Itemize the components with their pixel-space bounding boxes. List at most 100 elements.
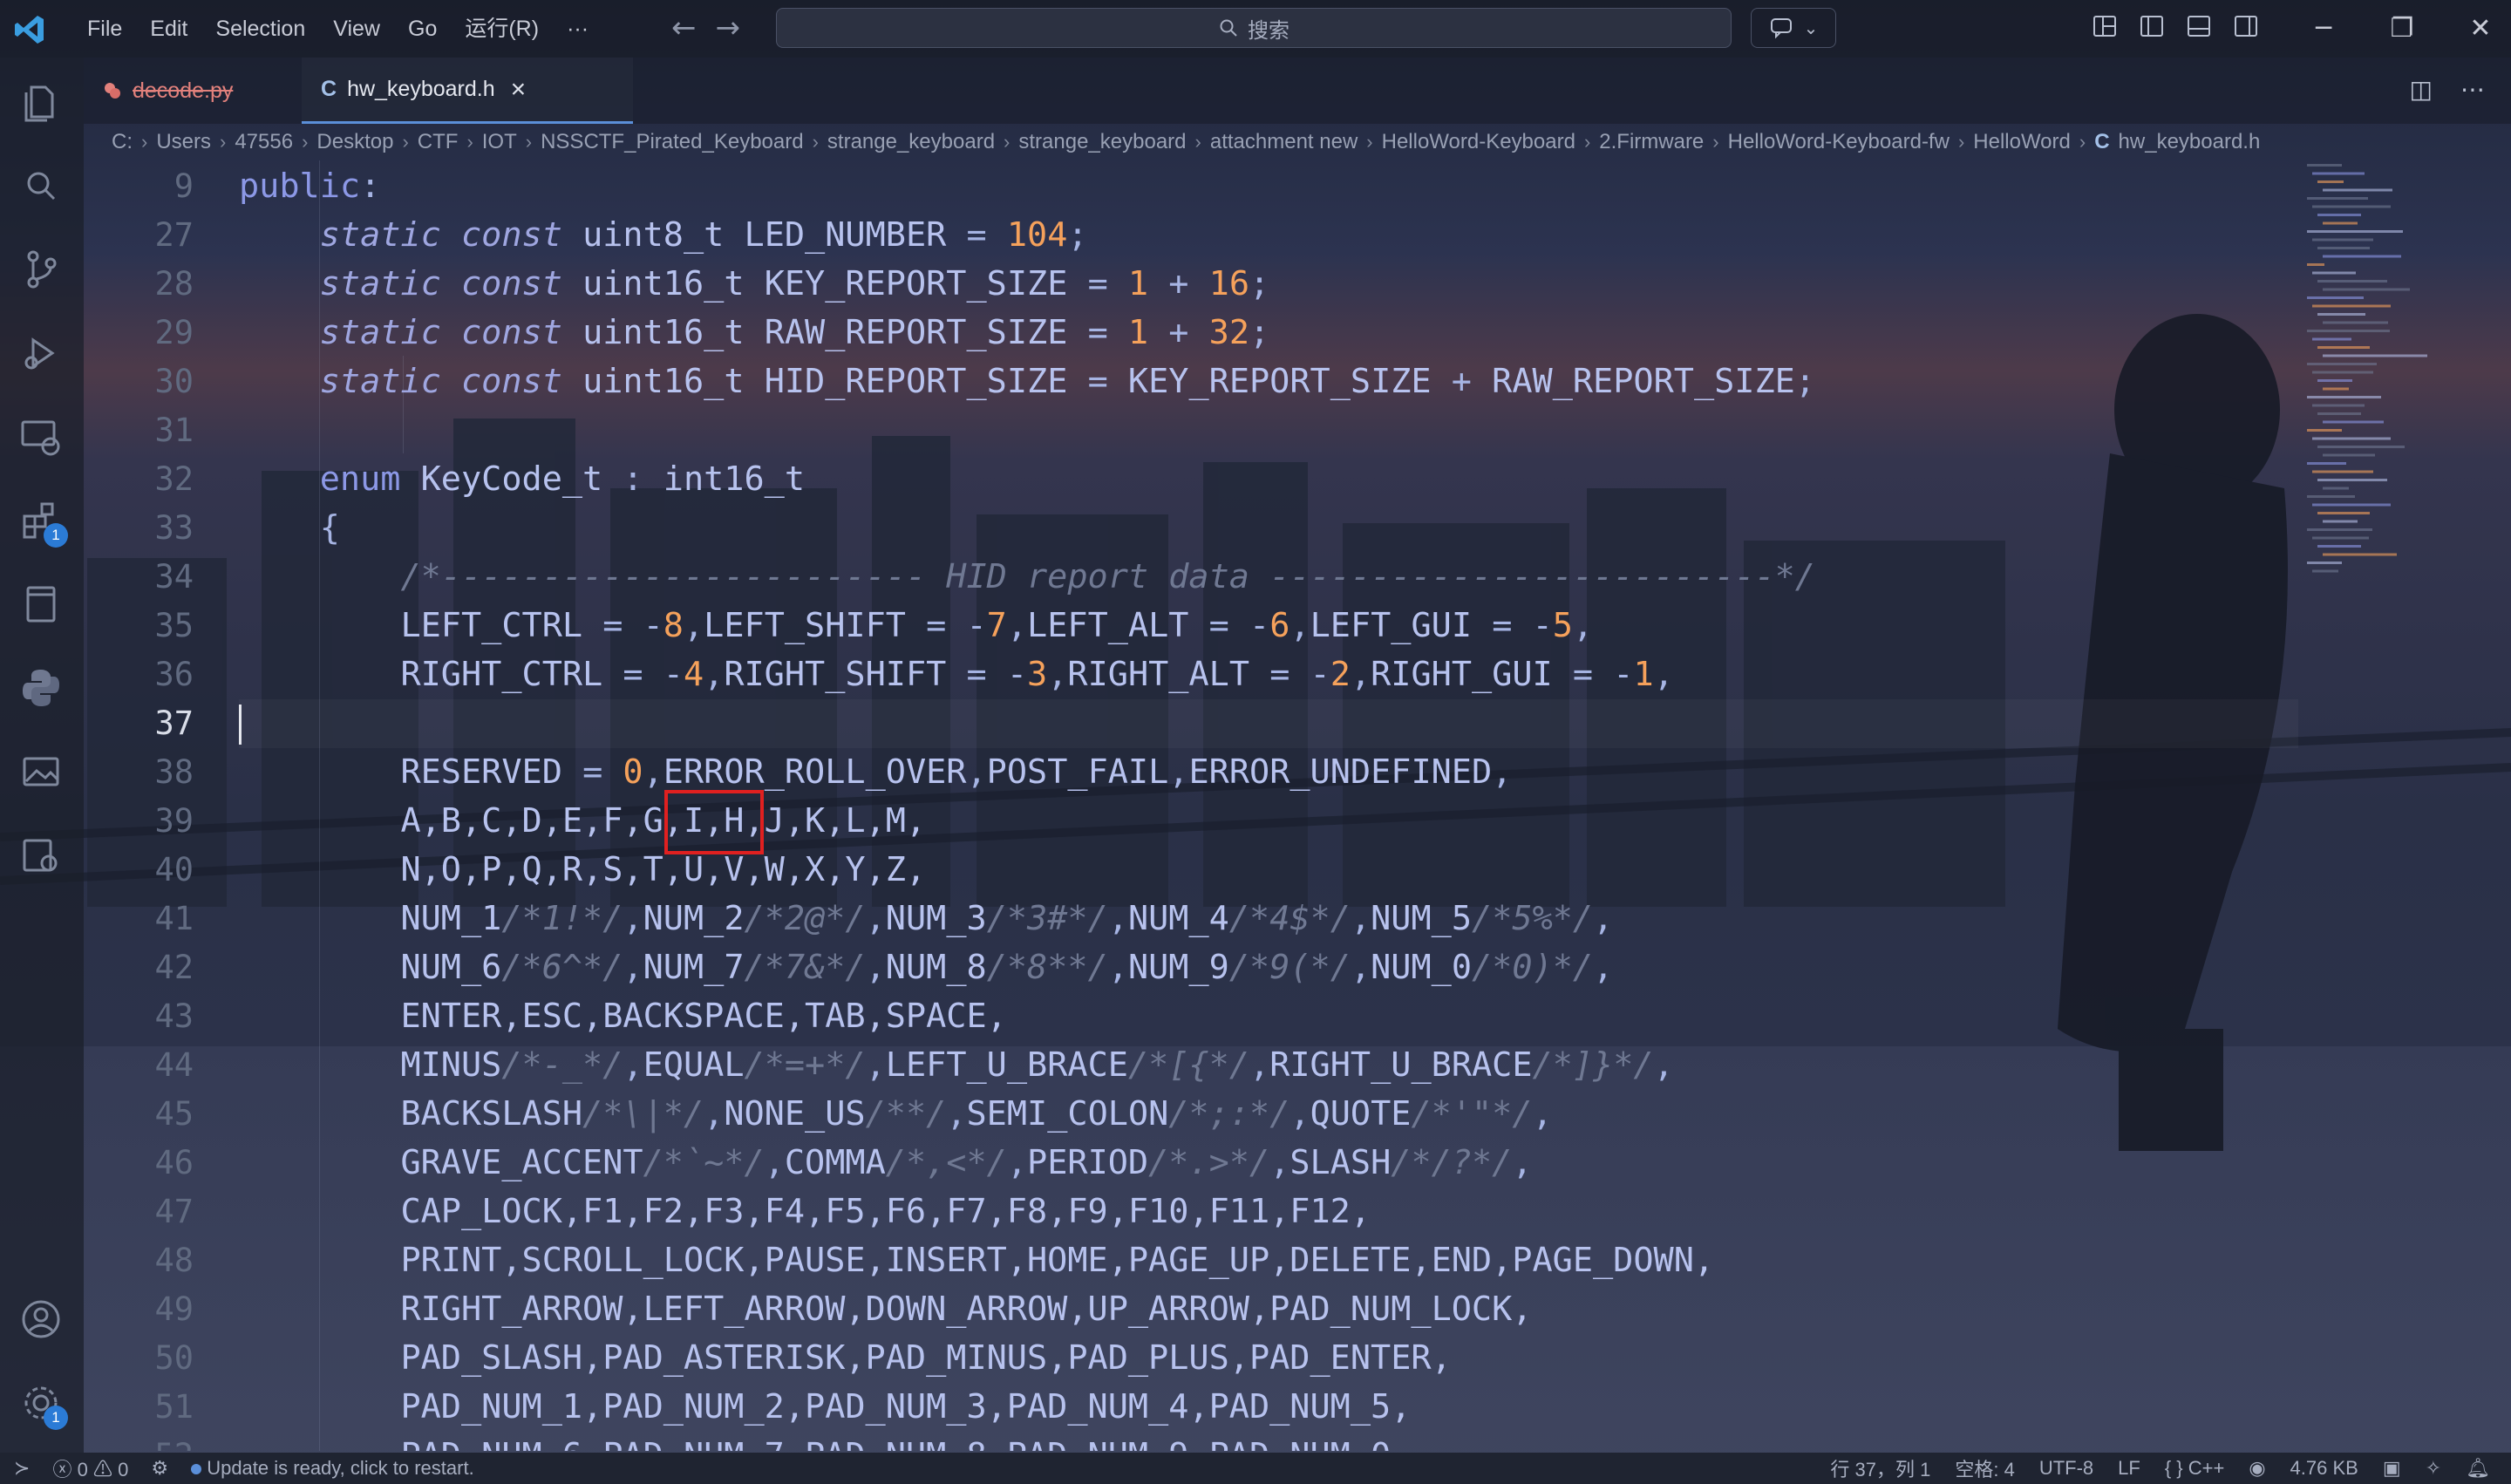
menu-run[interactable]: 运行(R) [451, 0, 553, 58]
menu-file[interactable]: File [73, 0, 136, 58]
code-line[interactable]: 42 NUM_6/*6^*/,NUM_7/*7&*/,NUM_8/*8**/,N… [84, 943, 2298, 992]
code-token: 1 [1127, 313, 1149, 352]
code-line[interactable]: 49 RIGHT_ARROW,LEFT_ARROW,DOWN_ARROW,UP_… [84, 1285, 2298, 1334]
code-line[interactable]: 27 static const uint8_t LED_NUMBER = 104… [84, 211, 2298, 260]
debug-icon[interactable]: ⚙ [151, 1457, 168, 1480]
menu-go[interactable]: Go [394, 0, 451, 58]
minimap[interactable] [2298, 160, 2511, 1451]
close-window-icon[interactable]: ✕ [2441, 0, 2511, 58]
code-line[interactable]: 47 CAP_LOCK,F1,F2,F3,F4,F5,F6,F7,F8,F9,F… [84, 1188, 2298, 1236]
toggle-panel-icon[interactable] [2185, 12, 2213, 40]
split-editor-icon[interactable]: ◫ [2410, 75, 2433, 104]
breadcrumb-item[interactable]: HelloWord [1973, 130, 2071, 154]
forward-arrow-icon[interactable]: → [716, 10, 741, 45]
account-icon[interactable] [17, 1296, 65, 1343]
language-mode[interactable]: { } C++ [2165, 1457, 2225, 1480]
code-line[interactable]: 39 A,B,C,D,E,F,G,I,H,J,K,L,M, [84, 797, 2298, 846]
code-line[interactable]: 32 enum KeyCode_t : int16_t [84, 455, 2298, 504]
code-token: PAD_NUM_6,PAD_NUM_7,PAD_NUM_8,PAD_NUM_9,… [400, 1436, 1411, 1451]
customize-layout-icon[interactable] [2091, 12, 2119, 40]
code-line[interactable]: 35 LEFT_CTRL = -8,LEFT_SHIFT = -7,LEFT_A… [84, 602, 2298, 650]
image-preview-icon[interactable] [17, 748, 65, 795]
more-actions-icon[interactable]: ⋯ [2460, 75, 2485, 104]
source-control-icon[interactable] [17, 246, 65, 293]
code-token: , [1107, 899, 1128, 938]
copilot-status-icon[interactable]: ◉ [2249, 1457, 2265, 1480]
breadcrumb-item[interactable]: HelloWord-Keyboard [1382, 130, 1575, 154]
breadcrumb-item[interactable]: 47556 [235, 130, 293, 154]
code-line[interactable]: 29 static const uint16_t RAW_REPORT_SIZE… [84, 309, 2298, 357]
run-debug-icon[interactable] [17, 330, 65, 377]
menu-selection[interactable]: Selection [201, 0, 319, 58]
code-line[interactable]: 38 RESERVED = 0,ERROR_ROLL_OVER,POST_FAI… [84, 748, 2298, 797]
code-line[interactable]: 9 public: [84, 162, 2298, 211]
code-line[interactable]: 50 PAD_SLASH,PAD_ASTERISK,PAD_MINUS,PAD_… [84, 1334, 2298, 1383]
notifications-bell-icon[interactable]: 🔔︎ [2466, 1457, 2490, 1480]
python-icon[interactable] [17, 664, 65, 711]
code-line[interactable]: 34 /*------------------------ HID report… [84, 553, 2298, 602]
breadcrumb-item[interactable]: C: [112, 130, 133, 154]
notebook-icon[interactable] [17, 581, 65, 628]
back-arrow-icon[interactable]: ← [671, 10, 697, 45]
toggle-primary-sidebar-icon[interactable] [2138, 12, 2166, 40]
container-tools-icon[interactable] [17, 832, 65, 879]
close-icon[interactable]: × [511, 75, 527, 105]
menu-view[interactable]: View [319, 0, 394, 58]
breadcrumb-item[interactable]: strange_keyboard [827, 130, 995, 154]
code-text: static const uint16_t KEY_REPORT_SIZE = … [239, 260, 1269, 309]
search-view-icon[interactable] [17, 162, 65, 209]
settings-gear-icon[interactable]: 1 [17, 1379, 68, 1430]
code-line[interactable]: 31 [84, 406, 2298, 455]
code-line[interactable]: 28 static const uint16_t KEY_REPORT_SIZE… [84, 260, 2298, 309]
code-token: , [865, 948, 886, 987]
breadcrumb-item[interactable]: CTF [418, 130, 459, 154]
breadcrumb-item[interactable]: 2.Firmware [1599, 130, 1704, 154]
cursor-position[interactable]: 行 37，列 1 [1830, 1454, 1930, 1482]
update-notice[interactable]: Update is ready, click to restart. [191, 1457, 474, 1480]
problems-indicator[interactable]: ⓧ 0 ⚠ 0 [52, 1454, 128, 1482]
menu-more[interactable]: ··· [553, 0, 602, 58]
code-token: /*0)*/ [1472, 948, 1594, 987]
breadcrumb-item[interactable]: HelloWord-Keyboard-fw [1728, 130, 1950, 154]
toggle-secondary-sidebar-icon[interactable] [2232, 12, 2260, 40]
code-line[interactable]: 51 PAD_NUM_1,PAD_NUM_2,PAD_NUM_3,PAD_NUM… [84, 1383, 2298, 1432]
remote-indicator-icon[interactable]: ≻ [14, 1457, 30, 1480]
code-line[interactable]: 45 BACKSLASH/*\|*/,NONE_US/**/,SEMI_COLO… [84, 1090, 2298, 1139]
command-center-search[interactable]: 搜索 [776, 8, 1732, 48]
sparkle-icon[interactable]: ✧ [2426, 1457, 2441, 1480]
code-line[interactable]: 37 [84, 699, 2298, 748]
code-line[interactable]: 33 { [84, 504, 2298, 553]
file-info-icon[interactable]: ▣ [2383, 1457, 2401, 1480]
extensions-icon[interactable]: 1 [17, 497, 68, 548]
tab-hw-keyboard-h[interactable]: C hw_keyboard.h × [302, 58, 633, 124]
code-editor[interactable]: 9 public: 27 static const uint8_t LED_NUMB… [84, 160, 2298, 1451]
code-line[interactable]: 43 ENTER,ESC,BACKSPACE,TAB,SPACE, [84, 992, 2298, 1041]
menu-edit[interactable]: Edit [136, 0, 201, 58]
breadcrumb-item[interactable]: hw_keyboard.h [2119, 130, 2261, 154]
code-line[interactable]: 46 GRAVE_ACCENT/*`~*/,COMMA/*,<*/,PERIOD… [84, 1139, 2298, 1188]
breadcrumb-item[interactable]: NSSCTF_Pirated_Keyboard [541, 130, 803, 154]
code-line[interactable]: 41 NUM_1/*1!*/,NUM_2/*2@*/,NUM_3/*3#*/,N… [84, 895, 2298, 943]
copilot-button[interactable]: ⌄ [1751, 8, 1836, 48]
code-line[interactable]: 30 static const uint16_t HID_REPORT_SIZE… [84, 357, 2298, 406]
breadcrumb-item[interactable]: strange_keyboard [1018, 130, 1186, 154]
breadcrumb-item[interactable]: Desktop [316, 130, 393, 154]
explorer-icon[interactable] [17, 78, 65, 126]
restore-icon[interactable]: ❐ [2363, 0, 2441, 58]
code-line[interactable]: 36 RIGHT_CTRL = -4,RIGHT_SHIFT = -3,RIGH… [84, 650, 2298, 699]
minimize-icon[interactable]: ─ [2284, 0, 2363, 58]
remote-explorer-icon[interactable] [17, 413, 65, 460]
code-line[interactable]: 40 N,O,P,Q,R,S,T,U,V,W,X,Y,Z, [84, 846, 2298, 895]
end-of-line[interactable]: LF [2118, 1457, 2140, 1480]
code-line[interactable]: 44 MINUS/*-_*/,EQUAL/*=+*/,LEFT_U_BRACE/… [84, 1041, 2298, 1090]
code-line[interactable]: 52 PAD_NUM_6,PAD_NUM_7,PAD_NUM_8,PAD_NUM… [84, 1432, 2298, 1451]
encoding[interactable]: UTF-8 [2039, 1457, 2093, 1480]
code-token: , [1107, 948, 1128, 987]
code-line[interactable]: 48 PRINT,SCROLL_LOCK,PAUSE,INSERT,HOME,P… [84, 1236, 2298, 1285]
breadcrumb-item[interactable]: IOT [482, 130, 517, 154]
breadcrumb-item[interactable]: attachment new [1210, 130, 1358, 154]
breadcrumb-item[interactable]: Users [156, 130, 211, 154]
tab-decode-py[interactable]: decode.py [84, 58, 302, 124]
indentation[interactable]: 空格: 4 [1955, 1454, 2014, 1482]
code-token: GRAVE_ACCENT [400, 1143, 643, 1182]
